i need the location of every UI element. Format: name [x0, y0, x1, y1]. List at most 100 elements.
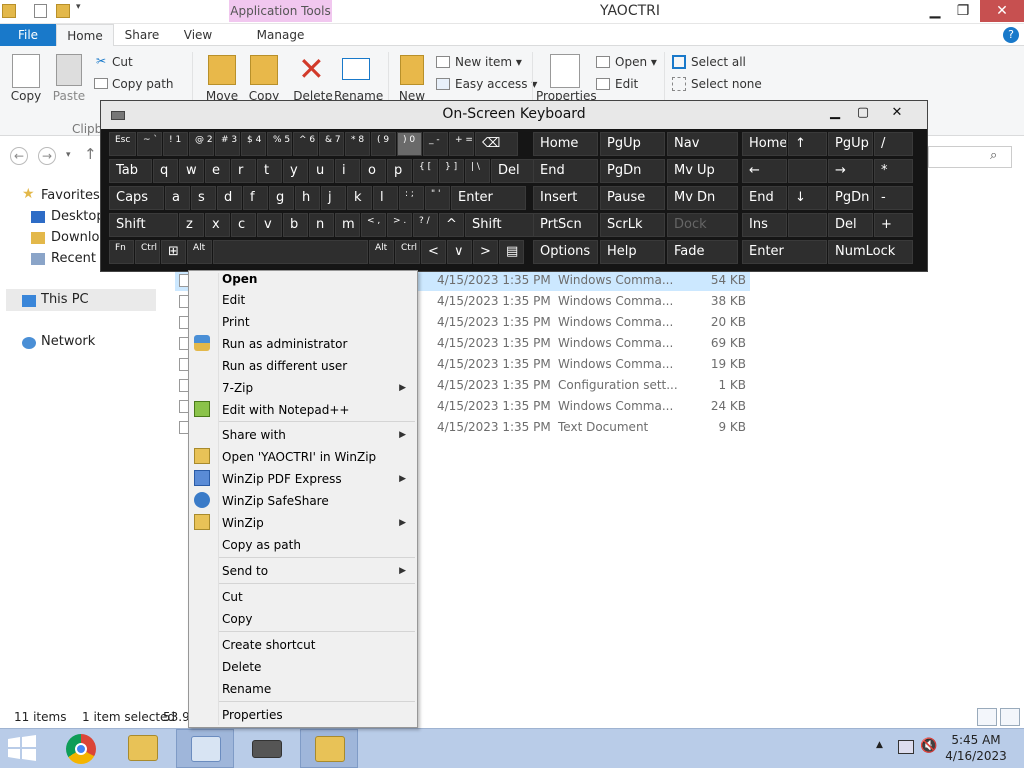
key-e[interactable]: e — [205, 159, 230, 183]
key-0[interactable]: ) 0 — [397, 132, 422, 156]
key-symbol[interactable]: ← — [742, 159, 787, 183]
taskbar-file-explorer-1[interactable] — [114, 729, 172, 768]
key-fn[interactable]: Fn — [109, 240, 134, 264]
menu-item-properties[interactable]: Properties — [222, 705, 416, 725]
tab-home[interactable]: Home — [56, 24, 114, 46]
key-l[interactable]: l — [373, 186, 398, 210]
tab-manage[interactable]: Manage — [229, 24, 332, 46]
menu-item-delete[interactable]: Delete — [222, 657, 416, 677]
new-item-button[interactable]: New item ▾ — [455, 55, 522, 69]
key-symbol[interactable]: → — [828, 159, 873, 183]
up-icon[interactable]: ↑ — [84, 145, 97, 163]
key-c[interactable]: c — [231, 213, 256, 237]
select-none-button[interactable]: Select none — [691, 77, 762, 91]
windows-start-icon[interactable] — [6, 734, 38, 762]
key-symbol[interactable]: ↑ — [788, 132, 827, 156]
key-5[interactable]: % 5 — [267, 132, 292, 156]
large-icons-view-icon[interactable] — [1000, 708, 1020, 726]
key-symbol[interactable]: ? / — [413, 213, 438, 237]
key-symbol[interactable]: - — [874, 186, 913, 210]
key-home[interactable]: Home — [742, 132, 787, 156]
menu-item-cut[interactable]: Cut — [222, 587, 416, 607]
key-k[interactable]: k — [347, 186, 372, 210]
key-3[interactable]: # 3 — [215, 132, 240, 156]
menu-item-winzip-pdf-express[interactable]: WinZip PDF Express ▶ — [222, 469, 416, 489]
menu-item-run-as-different-user[interactable]: Run as different user — [222, 356, 416, 376]
key-mv-up[interactable]: Mv Up — [667, 159, 738, 183]
key-t[interactable]: t — [257, 159, 282, 183]
key-enter[interactable]: Enter — [451, 186, 526, 210]
key-home[interactable]: Home — [533, 132, 598, 156]
forward-icon[interactable]: → — [38, 147, 56, 165]
key-dock[interactable]: Dock — [667, 213, 738, 237]
key-nav[interactable]: Nav — [667, 132, 738, 156]
tab-file[interactable]: File — [0, 24, 56, 46]
key-end[interactable]: End — [742, 186, 787, 210]
taskbar-clock[interactable]: 5:45 AM 4/16/2023 — [940, 732, 1012, 764]
key-o[interactable]: o — [361, 159, 386, 183]
key-end[interactable]: End — [533, 159, 598, 183]
key-7[interactable]: & 7 — [319, 132, 344, 156]
nav-this-pc[interactable]: This PC — [41, 290, 89, 310]
taskbar-chrome[interactable] — [52, 729, 110, 768]
key-w[interactable]: w — [179, 159, 204, 183]
key-9[interactable]: ( 9 — [371, 132, 396, 156]
key-ctrl[interactable]: Ctrl — [395, 240, 420, 264]
key-alt[interactable]: Alt — [187, 240, 212, 264]
key-symbol[interactable]: + — [874, 213, 913, 237]
menu-item-print[interactable]: Print — [222, 312, 416, 332]
key-4[interactable]: $ 4 — [241, 132, 266, 156]
key-6[interactable]: ^ 6 — [293, 132, 318, 156]
menu-item-share-with[interactable]: Share with ▶ — [222, 425, 416, 445]
key-del[interactable]: Del — [491, 159, 534, 183]
key-symbol[interactable]: * — [874, 159, 913, 183]
copy-button[interactable]: Copy — [6, 89, 46, 103]
key-symbol[interactable]: ^ — [439, 213, 464, 237]
key-symbol[interactable]: : ; — [399, 186, 424, 210]
menu-item-create-shortcut[interactable]: Create shortcut — [222, 635, 416, 655]
key-symbol[interactable]: ▤ — [499, 240, 524, 264]
key-x[interactable]: x — [205, 213, 230, 237]
taskbar-control-panel[interactable] — [176, 729, 234, 768]
key-q[interactable]: q — [153, 159, 178, 183]
menu-item-copy-as-path[interactable]: Copy as path — [222, 535, 416, 555]
key-ins[interactable]: Ins — [742, 213, 787, 237]
tab-view[interactable]: View — [170, 24, 226, 46]
key-symbol[interactable]: ⌫ — [475, 132, 518, 156]
key-v[interactable]: v — [257, 213, 282, 237]
edit-button[interactable]: Edit — [615, 77, 638, 91]
key-symbol[interactable]: / — [874, 132, 913, 156]
key-caps[interactable]: Caps — [109, 186, 164, 210]
key-del[interactable]: Del — [828, 213, 873, 237]
key-g[interactable]: g — [269, 186, 294, 210]
easy-access-button[interactable]: Easy access ▾ — [455, 77, 537, 91]
key-1[interactable]: ! 1 — [163, 132, 188, 156]
key-numlock[interactable]: NumLock — [828, 240, 913, 264]
key-ctrl[interactable]: Ctrl — [135, 240, 160, 264]
key-mv-dn[interactable]: Mv Dn — [667, 186, 738, 210]
key-prtscn[interactable]: PrtScn — [533, 213, 598, 237]
details-view-icon[interactable] — [977, 708, 997, 726]
cut-button[interactable]: Cut — [112, 55, 133, 69]
menu-item-run-as-admin[interactable]: Run as administrator — [222, 334, 416, 354]
key-scrlk[interactable]: ScrLk — [600, 213, 665, 237]
maximize-button[interactable]: ❐ — [948, 0, 978, 22]
key-symbol[interactable]: ↓ — [788, 186, 827, 210]
search-input[interactable] — [928, 146, 1012, 168]
qat-dropdown-icon[interactable]: ▾ — [76, 2, 86, 20]
key-pause[interactable]: Pause — [600, 186, 665, 210]
minimize-button[interactable]: ▁ — [920, 0, 950, 22]
key-symbol[interactable]: " ' — [425, 186, 450, 210]
key-symbol[interactable]: > — [473, 240, 498, 264]
menu-item-7zip[interactable]: 7-Zip ▶ — [222, 378, 416, 398]
recent-locations-icon[interactable]: ▾ — [66, 150, 71, 160]
key-symbol[interactable]: ⊞ — [161, 240, 186, 264]
select-all-button[interactable]: Select all — [691, 55, 746, 69]
key-2[interactable]: @ 2 — [189, 132, 214, 156]
key-help[interactable]: Help — [600, 240, 665, 264]
key-tab[interactable]: Tab — [109, 159, 152, 183]
key-shift[interactable]: Shift — [465, 213, 534, 237]
key-insert[interactable]: Insert — [533, 186, 598, 210]
properties-icon[interactable] — [34, 4, 47, 18]
key-i[interactable]: i — [335, 159, 360, 183]
